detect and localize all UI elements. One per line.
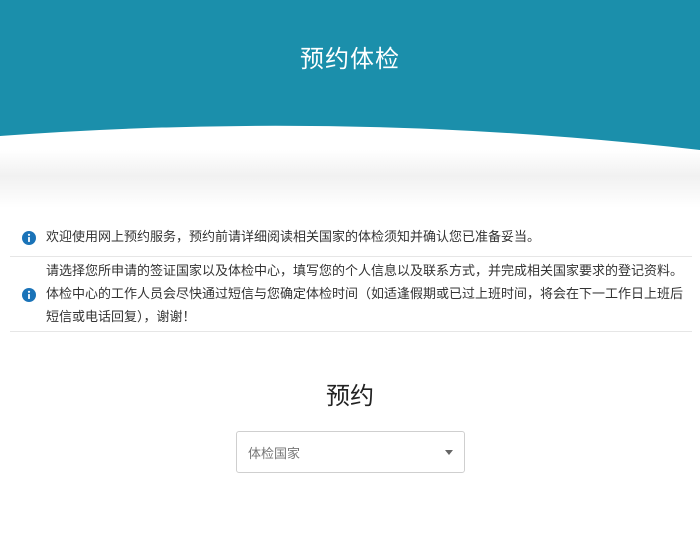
page-title: 预约体检	[300, 45, 400, 73]
info-icon	[22, 287, 36, 302]
country-select-label: 体检国家	[248, 446, 301, 462]
info-icon	[22, 230, 36, 245]
header-shadow	[0, 150, 700, 208]
notice-item-welcome: 欢迎使用网上预约服务，预约前请详细阅读相关国家的体检须知并确认您已准备妥当。	[10, 219, 692, 257]
notice-text: 欢迎使用网上预约服务，预约前请详细阅读相关国家的体检须知并确认您已准备妥当。	[46, 230, 541, 245]
notice-item-instructions: 请选择您所申请的签证国家以及体检中心，填写您的个人信息以及联系方式，并完成相关国…	[10, 258, 692, 332]
booking-title: 预约	[326, 382, 374, 410]
page-header: 预约体检	[0, 0, 700, 150]
country-select[interactable]: 体检国家	[236, 431, 465, 473]
caret-down-icon	[445, 449, 453, 455]
notice-text: 请选择您所申请的签证国家以及体检中心，填写您的个人信息以及联系方式，并完成相关国…	[46, 264, 684, 325]
